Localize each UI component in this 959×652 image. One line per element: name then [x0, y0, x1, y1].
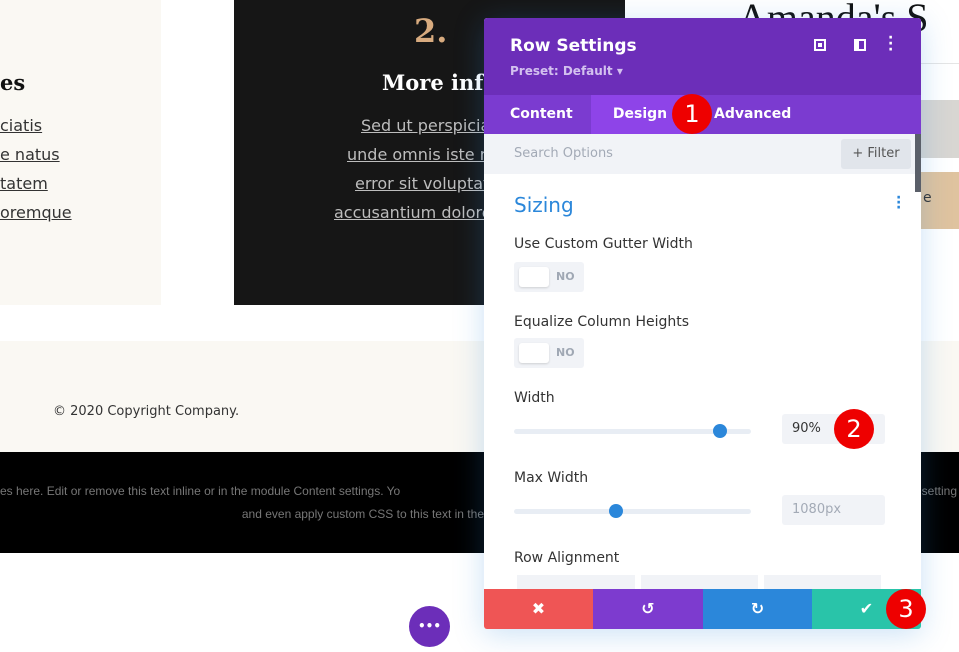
- panel-header: Row Settings Preset: Default ▾ · · ·: [484, 18, 921, 95]
- align-center-button[interactable]: [641, 575, 758, 589]
- divider: [921, 63, 959, 64]
- annotation-badge: 2: [834, 409, 874, 449]
- max-width-input[interactable]: 1080px: [782, 495, 885, 525]
- search-bar: Search Options + Filter: [484, 134, 921, 174]
- scrollbar[interactable]: [915, 134, 921, 192]
- align-right-button[interactable]: [764, 575, 881, 589]
- search-input[interactable]: Search Options: [514, 146, 613, 161]
- dark-link[interactable]: Sed ut perspiciati: [361, 116, 501, 135]
- left-link[interactable]: ciatis: [0, 116, 42, 135]
- gutter-toggle[interactable]: NO: [514, 262, 584, 292]
- filter-button[interactable]: + Filter: [841, 139, 911, 169]
- footer-text: and even apply custom CSS to this text i…: [241, 507, 484, 521]
- undo-button[interactable]: ↺: [593, 589, 703, 629]
- split-view-icon[interactable]: [854, 39, 866, 51]
- slider-handle[interactable]: [713, 424, 728, 438]
- max-width-slider[interactable]: [514, 504, 751, 518]
- toggle-state: NO: [556, 270, 575, 283]
- width-label: Width: [514, 390, 555, 406]
- annotation-badge: 3: [886, 589, 926, 629]
- section-title-sizing[interactable]: Sizing: [514, 193, 574, 217]
- left-card-heading: es: [0, 70, 26, 95]
- dark-card-heading: More info: [382, 70, 498, 95]
- preset-dropdown[interactable]: Preset: Default ▾: [510, 64, 623, 78]
- align-left-button[interactable]: [517, 575, 635, 589]
- gutter-label: Use Custom Gutter Width: [514, 236, 693, 252]
- annotation-badge: 1: [672, 94, 712, 134]
- left-link[interactable]: tatem: [0, 174, 48, 193]
- tan-block: e: [921, 172, 959, 229]
- equalize-toggle[interactable]: NO: [514, 338, 584, 368]
- left-card: es ciatis e natus tatem oremque: [0, 0, 161, 305]
- more-menu-icon[interactable]: · · ·: [888, 31, 893, 57]
- tab-content[interactable]: Content: [484, 95, 591, 134]
- cancel-button[interactable]: ✖: [484, 589, 593, 629]
- max-width-label: Max Width: [514, 470, 589, 486]
- fullscreen-icon[interactable]: [814, 39, 826, 51]
- width-slider[interactable]: [514, 424, 751, 438]
- panel-title: Row Settings: [510, 36, 637, 56]
- image-thumb: [921, 100, 959, 158]
- footer-text: es here. Edit or remove this text inline…: [0, 484, 401, 498]
- dark-link[interactable]: accusantium dolorem: [334, 203, 507, 222]
- section-menu-icon[interactable]: · · ·: [896, 191, 901, 215]
- left-link[interactable]: oremque: [0, 203, 72, 222]
- slider-handle[interactable]: [608, 504, 623, 518]
- step-number: 2.: [414, 12, 448, 50]
- tab-advanced[interactable]: Advanced: [714, 95, 791, 134]
- redo-button[interactable]: ↻: [703, 589, 812, 629]
- dark-link[interactable]: error sit voluptate: [355, 174, 499, 193]
- toggle-state: NO: [556, 346, 575, 359]
- snippet-text: e: [923, 190, 932, 206]
- left-link[interactable]: e natus: [0, 145, 60, 164]
- row-alignment-label: Row Alignment: [514, 550, 620, 566]
- copyright: © 2020 Copyright Company.: [53, 404, 240, 419]
- more-options-button[interactable]: •••: [409, 606, 450, 647]
- equalize-label: Equalize Column Heights: [514, 314, 690, 330]
- footer-text: setting: [921, 484, 957, 498]
- dark-link[interactable]: unde omnis iste na: [347, 145, 500, 164]
